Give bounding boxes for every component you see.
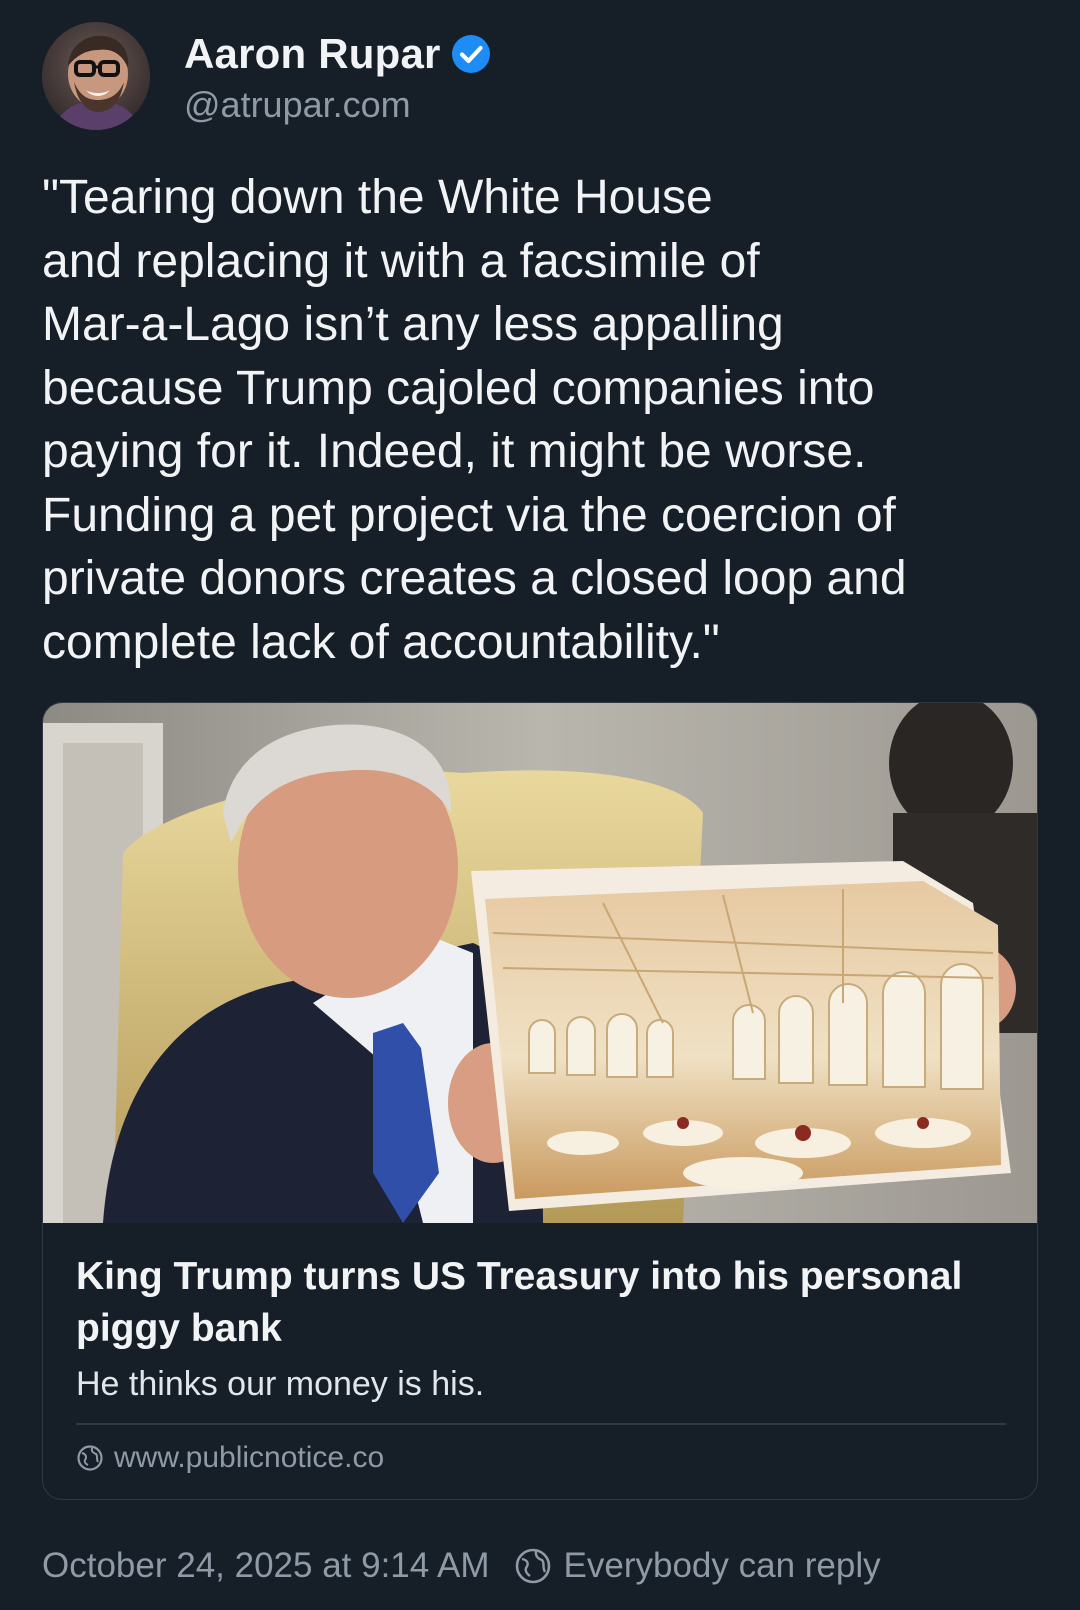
post: Aaron Rupar @atrupar.com "Tearing down t… bbox=[0, 0, 1080, 1610]
post-text: "Tearing down the White House and replac… bbox=[42, 171, 907, 669]
author-info: Aaron Rupar @atrupar.com bbox=[184, 26, 491, 126]
link-card[interactable]: King Trump turns US Treasury into his pe… bbox=[42, 702, 1038, 1500]
link-card-title[interactable]: King Trump turns US Treasury into his pe… bbox=[76, 1251, 1006, 1355]
link-card-domain: www.publicnotice.co bbox=[114, 1441, 385, 1474]
post-timestamp[interactable]: October 24, 2025 at 9:14 AM bbox=[42, 1546, 490, 1586]
link-card-description: He thinks our money is his. bbox=[76, 1365, 485, 1403]
avatar-image bbox=[42, 22, 150, 130]
author-display-name[interactable]: Aaron Rupar bbox=[184, 30, 441, 78]
link-card-divider bbox=[76, 1423, 1006, 1425]
link-card-image bbox=[43, 703, 1037, 1223]
post-header: Aaron Rupar @atrupar.com bbox=[42, 22, 1042, 132]
article-photo-icon bbox=[43, 703, 1037, 1223]
link-card-domain-row[interactable]: www.publicnotice.co bbox=[76, 1441, 384, 1475]
verified-badge-icon bbox=[451, 34, 491, 74]
post-footer: October 24, 2025 at 9:14 AM Everybody ca… bbox=[42, 1546, 881, 1586]
avatar[interactable] bbox=[42, 22, 150, 130]
globe-icon bbox=[76, 1444, 104, 1472]
author-name-row: Aaron Rupar bbox=[184, 26, 491, 82]
reply-setting[interactable]: Everybody can reply bbox=[564, 1546, 881, 1586]
link-card-body: King Trump turns US Treasury into his pe… bbox=[76, 1251, 1006, 1404]
globe-icon bbox=[514, 1547, 552, 1585]
author-handle[interactable]: @atrupar.com bbox=[184, 84, 491, 126]
